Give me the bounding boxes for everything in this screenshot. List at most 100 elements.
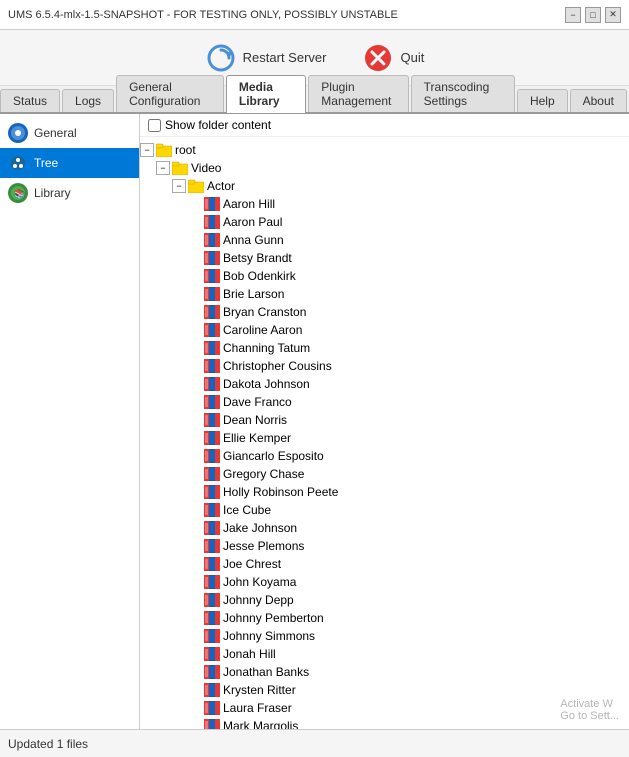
quit-label: Quit bbox=[400, 50, 424, 65]
tree-label: Krysten Ritter bbox=[223, 683, 296, 697]
folder-icon bbox=[188, 179, 204, 193]
tree-item[interactable]: Giancarlo Esposito bbox=[140, 447, 629, 465]
tree-item[interactable]: Caroline Aaron bbox=[140, 321, 629, 339]
tree-item[interactable]: Aaron Paul bbox=[140, 213, 629, 231]
nav-tab-transcoding-settings[interactable]: Transcoding Settings bbox=[411, 75, 515, 112]
window-title: UMS 6.5.4-mlx-1.5-SNAPSHOT - FOR TESTING… bbox=[8, 9, 398, 21]
tree-item[interactable]: Bob Odenkirk bbox=[140, 267, 629, 285]
tree-label: Joe Chrest bbox=[223, 557, 281, 571]
tree-label: Actor bbox=[207, 179, 235, 193]
tree-item[interactable]: Channing Tatum bbox=[140, 339, 629, 357]
media-icon bbox=[204, 251, 220, 265]
nav-tab-general-configuration[interactable]: General Configuration bbox=[116, 75, 224, 112]
media-icon bbox=[204, 413, 220, 427]
tree-label: Johnny Depp bbox=[223, 593, 294, 607]
tree-item[interactable]: Johnny Pemberton bbox=[140, 609, 629, 627]
tree-item[interactable]: Jonathan Banks bbox=[140, 663, 629, 681]
tree-item[interactable]: Jonah Hill bbox=[140, 645, 629, 663]
tree-item[interactable]: Holly Robinson Peete bbox=[140, 483, 629, 501]
media-icon bbox=[204, 215, 220, 229]
tree-item[interactable]: −Video bbox=[140, 159, 629, 177]
tree-item[interactable]: Dakota Johnson bbox=[140, 375, 629, 393]
general-icon bbox=[8, 123, 28, 143]
restart-label: Restart Server bbox=[243, 50, 327, 65]
media-icon bbox=[204, 521, 220, 535]
tree-expander[interactable]: − bbox=[140, 143, 154, 157]
tree-item[interactable]: Jesse Plemons bbox=[140, 537, 629, 555]
media-icon bbox=[204, 611, 220, 625]
main-panel: Show folder content −root−Video−ActorAar… bbox=[140, 114, 629, 729]
sidebar-item-general-label: General bbox=[34, 126, 77, 140]
tree-item[interactable]: John Koyama bbox=[140, 573, 629, 591]
tree-label: Jonah Hill bbox=[223, 647, 276, 661]
quit-button[interactable]: Quit bbox=[354, 38, 432, 78]
tree-container[interactable]: −root−Video−ActorAaron HillAaron PaulAnn… bbox=[140, 137, 629, 729]
tree-label: Aaron Paul bbox=[223, 215, 282, 229]
tree-label: Brie Larson bbox=[223, 287, 284, 301]
close-button[interactable]: ✕ bbox=[605, 7, 621, 23]
show-folder-row: Show folder content bbox=[140, 114, 629, 137]
tree-item[interactable]: Anna Gunn bbox=[140, 231, 629, 249]
nav-tab-media-library[interactable]: Media Library bbox=[226, 75, 306, 113]
tree-item[interactable]: Bryan Cranston bbox=[140, 303, 629, 321]
restart-icon bbox=[205, 42, 237, 74]
tree-item[interactable]: Jake Johnson bbox=[140, 519, 629, 537]
tree-label: Bryan Cranston bbox=[223, 305, 306, 319]
tree-item[interactable]: Ice Cube bbox=[140, 501, 629, 519]
folder-icon bbox=[156, 143, 172, 157]
tree-item[interactable]: − root bbox=[140, 141, 629, 159]
media-icon bbox=[204, 359, 220, 373]
show-folder-checkbox[interactable] bbox=[148, 119, 161, 132]
tree-item[interactable]: Mark Margolis bbox=[140, 717, 629, 729]
media-icon bbox=[204, 719, 220, 729]
nav-tabs: StatusLogsGeneral ConfigurationMedia Lib… bbox=[0, 86, 629, 114]
media-icon bbox=[204, 575, 220, 589]
tree-label: Jesse Plemons bbox=[223, 539, 304, 553]
nav-tab-help[interactable]: Help bbox=[517, 89, 568, 112]
tree-item[interactable]: Joe Chrest bbox=[140, 555, 629, 573]
media-icon bbox=[204, 197, 220, 211]
tree-label: root bbox=[175, 143, 196, 157]
media-icon bbox=[204, 395, 220, 409]
tree-item[interactable]: Ellie Kemper bbox=[140, 429, 629, 447]
tree-item[interactable]: Gregory Chase bbox=[140, 465, 629, 483]
folder-icon bbox=[172, 161, 188, 175]
media-icon bbox=[204, 287, 220, 301]
nav-tab-status[interactable]: Status bbox=[0, 89, 60, 112]
media-icon bbox=[204, 539, 220, 553]
sidebar-item-library-label: Library bbox=[34, 186, 71, 200]
tree-label: Dakota Johnson bbox=[223, 377, 310, 391]
nav-tab-logs[interactable]: Logs bbox=[62, 89, 114, 112]
tree-label: Betsy Brandt bbox=[223, 251, 292, 265]
tree-expander[interactable]: − bbox=[156, 161, 170, 175]
tree-item[interactable]: Dave Franco bbox=[140, 393, 629, 411]
tree-item[interactable]: Aaron Hill bbox=[140, 195, 629, 213]
tree-item[interactable]: Krysten Ritter bbox=[140, 681, 629, 699]
nav-tab-plugin-management[interactable]: Plugin Management bbox=[308, 75, 408, 112]
tree-item[interactable]: Betsy Brandt bbox=[140, 249, 629, 267]
tree-item[interactable]: − Actor bbox=[140, 177, 629, 195]
media-icon bbox=[204, 341, 220, 355]
media-icon bbox=[204, 593, 220, 607]
media-icon bbox=[204, 305, 220, 319]
tree-expander[interactable]: − bbox=[172, 179, 186, 193]
minimize-button[interactable]: − bbox=[565, 7, 581, 23]
media-icon bbox=[204, 503, 220, 517]
sidebar-item-general[interactable]: General bbox=[0, 118, 139, 148]
tree-label: Johnny Simmons bbox=[223, 629, 315, 643]
library-icon: 📚 bbox=[8, 183, 28, 203]
tree-item[interactable]: Dean Norris bbox=[140, 411, 629, 429]
tree-item[interactable]: Christopher Cousins bbox=[140, 357, 629, 375]
tree-item[interactable]: Johnny Depp bbox=[140, 591, 629, 609]
tree-item[interactable]: Laura Fraser bbox=[140, 699, 629, 717]
nav-tab-about[interactable]: About bbox=[570, 89, 627, 112]
tree-item[interactable]: Johnny Simmons bbox=[140, 627, 629, 645]
sidebar-item-tree[interactable]: Tree bbox=[0, 148, 139, 178]
tree-item[interactable]: Brie Larson bbox=[140, 285, 629, 303]
maximize-button[interactable]: □ bbox=[585, 7, 601, 23]
sidebar-item-library[interactable]: 📚 Library bbox=[0, 178, 139, 208]
tree-label: Laura Fraser bbox=[223, 701, 292, 715]
sidebar: General Tree 📚 Library bbox=[0, 114, 140, 729]
restart-server-button[interactable]: Restart Server bbox=[197, 38, 335, 78]
media-icon bbox=[204, 683, 220, 697]
